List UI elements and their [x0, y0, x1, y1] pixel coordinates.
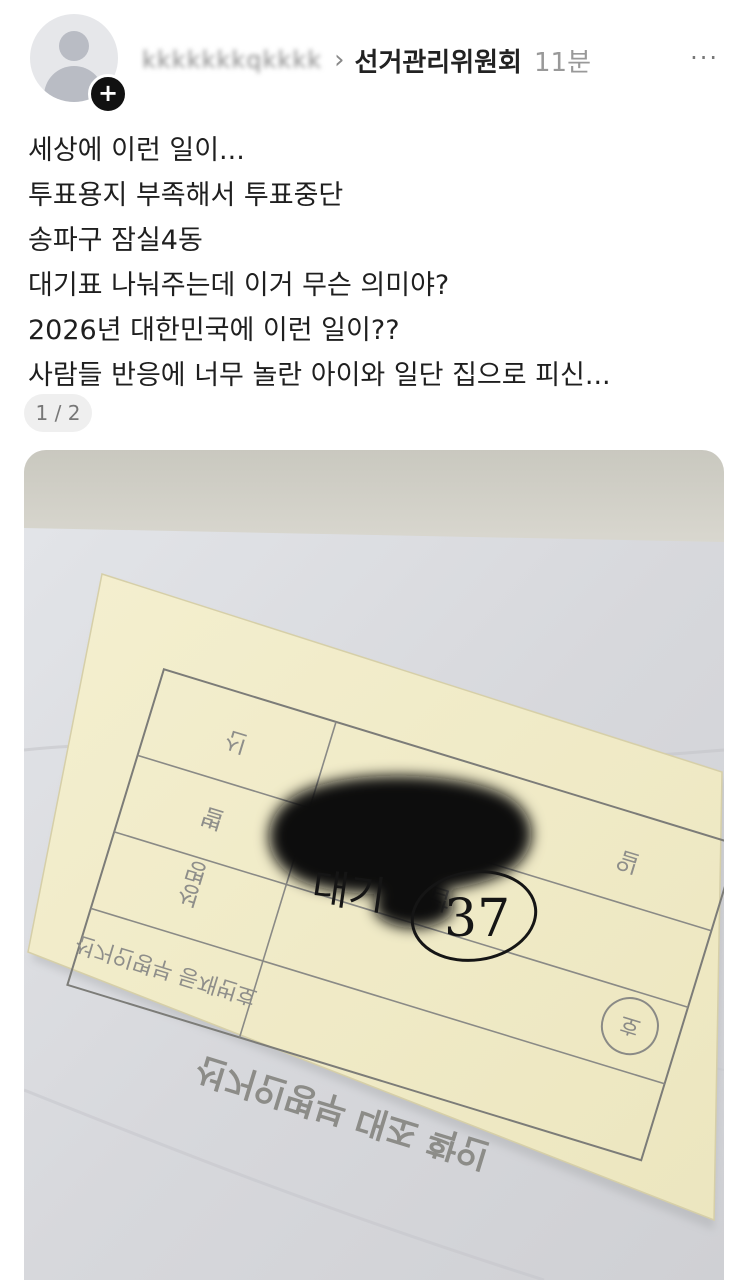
post-line: 세상에 이런 일이... — [28, 135, 245, 166]
handwritten-number: 37 — [444, 889, 510, 949]
post-text: 세상에 이런 일이... 투표용지 부족해서 투표중단 송파구 잠실4동 대기표… — [28, 128, 728, 398]
post-line: 대기표 나눠주는데 이거 무슨 의미야? — [28, 270, 450, 301]
post-line: 2026년 대한민국에 이런 일이?? — [28, 315, 400, 346]
photo-illustration: 선거인명부 대조 확인 선거인명부 등재번호 성 명 별 신 납 일 호 대기 — [24, 450, 724, 1280]
post-time: 11분 — [533, 47, 591, 78]
post-line: 투표용지 부족해서 투표중단 — [28, 180, 344, 211]
avatar-placeholder-head — [59, 31, 89, 61]
post-line: 송파구 잠실4동 — [28, 225, 203, 256]
community-name[interactable]: 선거관리위원회 — [355, 42, 522, 79]
post-meta: kkkkkkkqkkkk › 선거관리위원회 11분 — [142, 40, 591, 80]
post-header: + kkkkkkkqkkkk › 선거관리위원회 11분 ··· — [30, 14, 729, 114]
post-line: 사람들 반응에 너무 놀란 아이와 일단 집으로 피신... — [28, 360, 611, 391]
chevron-right-icon: › — [334, 45, 345, 75]
username[interactable]: kkkkkkkqkkkk — [142, 46, 322, 74]
post-photo[interactable]: 선거인명부 대조 확인 선거인명부 등재번호 성 명 별 신 납 일 호 대기 — [24, 450, 724, 1280]
more-options-icon[interactable]: ··· — [690, 44, 719, 72]
post-screen: + kkkkkkkqkkkk › 선거관리위원회 11분 ··· 세상에 이런 … — [0, 0, 749, 1280]
follow-plus-icon[interactable]: + — [88, 74, 128, 114]
image-counter-badge: 1 / 2 — [24, 394, 92, 432]
